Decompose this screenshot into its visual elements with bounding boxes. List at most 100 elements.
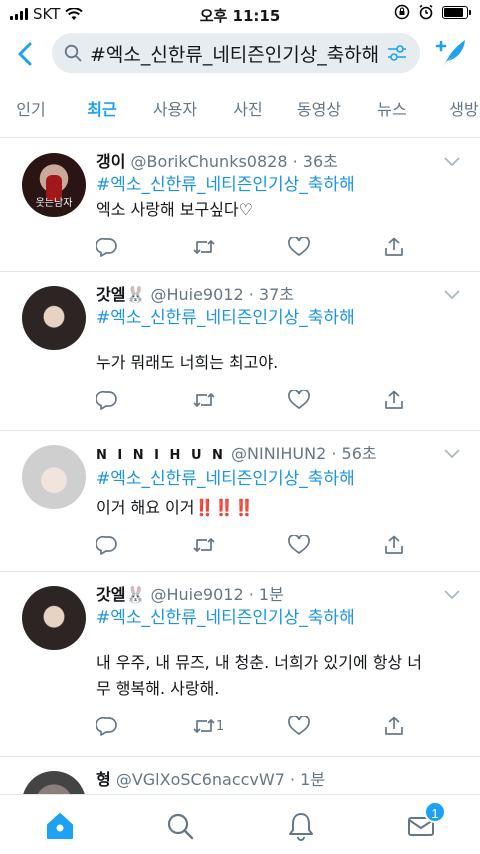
heart-icon bbox=[288, 535, 310, 555]
rotation-lock-icon bbox=[394, 4, 410, 20]
avatar[interactable] bbox=[22, 445, 86, 509]
tweet[interactable]: N I N I H U N @NINIHUN2 · 56초 #엑소_신한류_네티… bbox=[0, 431, 480, 572]
tab-videos[interactable]: 동영상 bbox=[286, 82, 352, 137]
hashtag-link[interactable]: #엑소_신한류_네티즌인기상_축하해 bbox=[96, 306, 464, 330]
alarm-icon bbox=[419, 4, 433, 20]
home-icon[interactable] bbox=[45, 811, 75, 841]
timestamp: 37초 bbox=[258, 285, 295, 304]
reply-icon bbox=[96, 716, 117, 736]
display-name: N I N I H U N bbox=[96, 448, 226, 463]
share-button[interactable] bbox=[384, 535, 404, 555]
timestamp: 56초 bbox=[341, 444, 377, 463]
avatar[interactable] bbox=[22, 286, 86, 350]
timestamp: 36초 bbox=[302, 152, 338, 171]
avatar[interactable]: 웃는남자 bbox=[22, 153, 86, 217]
messages-badge: 1 bbox=[424, 801, 446, 823]
hashtag-link[interactable]: #엑소_신한류_네티즌인기상_축하해 bbox=[96, 467, 464, 491]
tweet-text: 엑소 사랑해 보구싶다♡ bbox=[96, 200, 253, 219]
share-button[interactable] bbox=[384, 716, 404, 736]
compose-tweet-icon[interactable] bbox=[434, 36, 468, 70]
chevron-down-icon[interactable] bbox=[444, 449, 460, 459]
heart-icon bbox=[288, 237, 310, 257]
tweet-feed: 웃는남자 갱이 @BorikChunks0828 · 36초 #엑소_신한류_네… bbox=[0, 139, 480, 794]
tweet-header: N I N I H U N @NINIHUN2 · 56초 bbox=[96, 444, 377, 463]
tab-live[interactable]: 생방 bbox=[432, 82, 480, 137]
reply-button[interactable] bbox=[96, 237, 118, 257]
chevron-down-icon[interactable] bbox=[444, 290, 460, 300]
retweet-icon bbox=[193, 538, 215, 552]
messages-button[interactable]: 1 bbox=[406, 801, 446, 841]
handle: @Huie9012 bbox=[150, 285, 244, 304]
timestamp: 1분 bbox=[258, 585, 284, 604]
tweet-header: 갓엘🐰 @Huie9012 · 1분 bbox=[96, 585, 284, 604]
search-input[interactable]: #엑소_신한류_네티즌인기상_축하해 bbox=[52, 33, 420, 73]
tweet-header: 형 @VGlXoSC6naccvW7 · 1분 bbox=[96, 770, 326, 789]
avatar[interactable] bbox=[22, 586, 86, 650]
share-icon bbox=[385, 535, 403, 554]
reply-icon bbox=[96, 237, 117, 257]
chevron-down-icon[interactable] bbox=[444, 157, 460, 167]
tab-latest[interactable]: 최근 bbox=[70, 82, 134, 137]
tweet[interactable]: 갓엘🐰 @Huie9012 · 1분 #엑소_신한류_네티즌인기상_축하해 내 … bbox=[0, 572, 480, 757]
tweet-text: 누가 뭐래도 너희는 최고야. bbox=[96, 353, 279, 372]
retweet-icon bbox=[193, 719, 215, 733]
share-icon bbox=[385, 390, 403, 409]
tweet-actions: 1 bbox=[96, 702, 464, 756]
tab-news[interactable]: 뉴스 bbox=[360, 82, 424, 137]
tweet-header: 갱이 @BorikChunks0828 · 36초 bbox=[96, 152, 338, 171]
reply-button[interactable] bbox=[96, 390, 118, 410]
reply-icon bbox=[96, 390, 117, 410]
search-query: #엑소_신한류_네티즌인기상_축하해 bbox=[90, 43, 380, 66]
share-button[interactable] bbox=[384, 390, 404, 410]
search-tabs: 인기 최근 사용자 사진 동영상 뉴스 생방 bbox=[0, 82, 480, 138]
reply-button[interactable] bbox=[96, 535, 118, 555]
tweet-text: 내 우주, 내 뮤즈, 내 청춘. 너희가 있기에 항상 너무 행복해. 사랑해… bbox=[96, 653, 422, 698]
tweet[interactable]: 갓엘🐰 @Huie9012 · 37초 #엑소_신한류_네티즌인기상_축하해 누… bbox=[0, 272, 480, 431]
share-icon bbox=[385, 716, 403, 735]
retweet-button[interactable]: 1 bbox=[192, 716, 224, 736]
like-button[interactable] bbox=[288, 237, 310, 257]
tweet[interactable]: 형 @VGlXoSC6naccvW7 · 1분 bbox=[0, 757, 480, 794]
handle: @Huie9012 bbox=[150, 585, 244, 604]
notifications-bell-icon[interactable] bbox=[286, 811, 316, 841]
like-button[interactable] bbox=[288, 390, 310, 410]
retweet-button[interactable] bbox=[192, 390, 216, 410]
hashtag-link[interactable]: #엑소_신한류_네티즌인기상_축하해 bbox=[96, 606, 464, 630]
tweet-actions bbox=[96, 521, 464, 575]
like-button[interactable] bbox=[288, 716, 310, 736]
back-icon[interactable] bbox=[14, 40, 38, 68]
tweet[interactable]: 웃는남자 갱이 @BorikChunks0828 · 36초 #엑소_신한류_네… bbox=[0, 139, 480, 272]
handle: @BorikChunks0828 bbox=[130, 152, 288, 171]
display-name: 갱이 bbox=[96, 152, 126, 171]
tab-people[interactable]: 사용자 bbox=[142, 82, 208, 137]
reply-button[interactable] bbox=[96, 716, 118, 736]
handle: @VGlXoSC6naccvW7 bbox=[115, 770, 285, 789]
like-button[interactable] bbox=[288, 535, 310, 555]
reply-icon bbox=[96, 535, 117, 555]
tweet-actions bbox=[96, 223, 464, 277]
chevron-down-icon[interactable] bbox=[444, 590, 460, 600]
search-filter-icon[interactable] bbox=[386, 43, 408, 63]
retweet-button[interactable] bbox=[192, 237, 216, 257]
tweet-actions bbox=[96, 376, 464, 430]
share-button[interactable] bbox=[384, 237, 404, 257]
timestamp: 1분 bbox=[300, 770, 326, 789]
retweet-button[interactable] bbox=[192, 535, 216, 555]
retweet-icon bbox=[193, 393, 215, 407]
hashtag-link[interactable]: #엑소_신한류_네티즌인기상_축하해 bbox=[96, 173, 464, 197]
search-header: #엑소_신한류_네티즌인기상_축하해 bbox=[0, 28, 480, 82]
search-icon[interactable] bbox=[165, 811, 195, 841]
status-bar: SKT 오후 11:15 bbox=[0, 0, 480, 28]
share-icon bbox=[385, 237, 403, 256]
tweet-text: 이거 해요 이거‼️‼️‼️ bbox=[96, 498, 255, 517]
retweet-count: 1 bbox=[216, 718, 225, 734]
heart-icon bbox=[288, 390, 310, 410]
tab-top[interactable]: 인기 bbox=[0, 82, 62, 137]
display-name: 갓엘🐰 bbox=[96, 285, 146, 304]
tab-photos[interactable]: 사진 bbox=[216, 82, 280, 137]
search-icon bbox=[64, 44, 82, 62]
battery-icon bbox=[442, 5, 471, 19]
bottom-nav: 1 bbox=[0, 794, 480, 854]
avatar[interactable] bbox=[22, 771, 86, 794]
heart-icon bbox=[288, 716, 310, 736]
